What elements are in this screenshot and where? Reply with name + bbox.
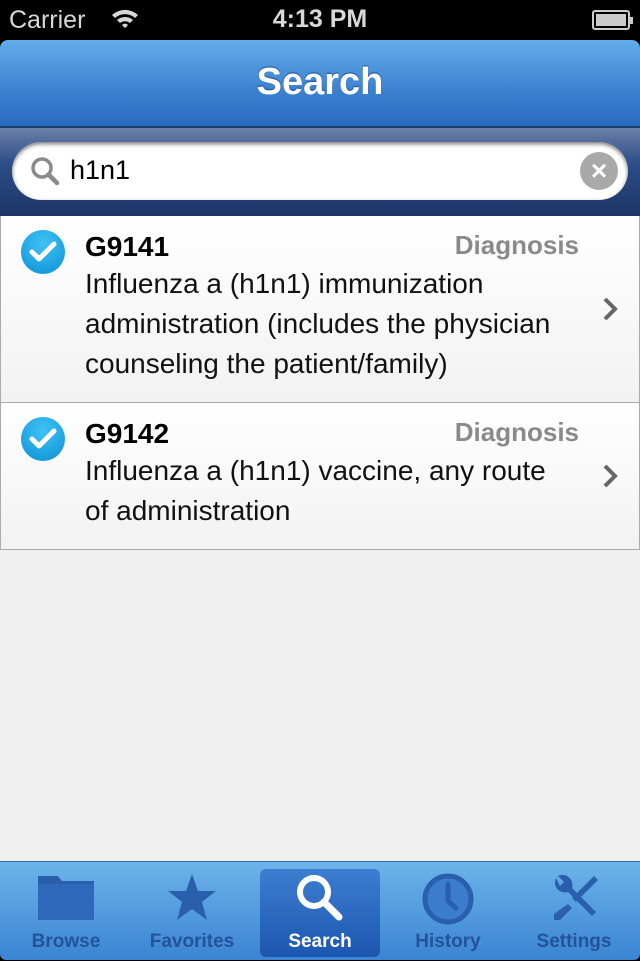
chevron-right-icon — [601, 295, 619, 328]
tab-favorites[interactable]: Favorites — [132, 862, 252, 961]
search-input[interactable] — [70, 150, 550, 190]
result-type: Diagnosis — [454, 230, 579, 260]
tab-label: Search — [288, 931, 352, 952]
result-description: Influenza a (h1n1) vaccine, any route of… — [85, 455, 546, 526]
tab-search[interactable]: Search — [260, 862, 380, 961]
tab-history[interactable]: History — [388, 862, 508, 961]
tab-bar: Browse Favorites Search History Settings — [0, 861, 640, 960]
chevron-right-icon — [601, 462, 619, 495]
tab-label: History — [415, 931, 481, 952]
list-item[interactable]: G9141 Diagnosis Influenza a (h1n1) immun… — [0, 216, 640, 403]
tab-browse[interactable]: Browse — [6, 862, 126, 961]
star-icon — [132, 872, 252, 922]
tools-icon — [514, 872, 634, 924]
clock: 4:13 PM — [272, 5, 368, 33]
search-bar: × — [0, 128, 640, 216]
result-description: Influenza a (h1n1) immunization administ… — [85, 268, 551, 379]
clear-icon[interactable]: × — [580, 152, 618, 190]
search-icon — [30, 156, 60, 191]
tab-settings[interactable]: Settings — [514, 862, 634, 961]
result-type: Diagnosis — [454, 417, 579, 447]
navigation-bar: Search — [0, 40, 640, 128]
search-icon — [260, 872, 380, 924]
tab-label: Settings — [536, 931, 612, 952]
folder-icon — [6, 872, 126, 922]
list-item[interactable]: G9142 Diagnosis Influenza a (h1n1) vacci… — [0, 403, 640, 550]
tab-label: Favorites — [149, 931, 235, 952]
checkmark-icon — [21, 230, 65, 274]
results-list: G9141 Diagnosis Influenza a (h1n1) immun… — [0, 216, 640, 861]
page-title: Search — [256, 61, 384, 103]
status-bar: Carrier 4:13 PM — [0, 0, 640, 40]
battery-icon — [592, 10, 633, 30]
clock-icon — [388, 872, 508, 926]
search-field[interactable]: × — [12, 142, 628, 200]
tab-label: Browse — [31, 931, 101, 952]
checkmark-icon — [21, 417, 65, 461]
